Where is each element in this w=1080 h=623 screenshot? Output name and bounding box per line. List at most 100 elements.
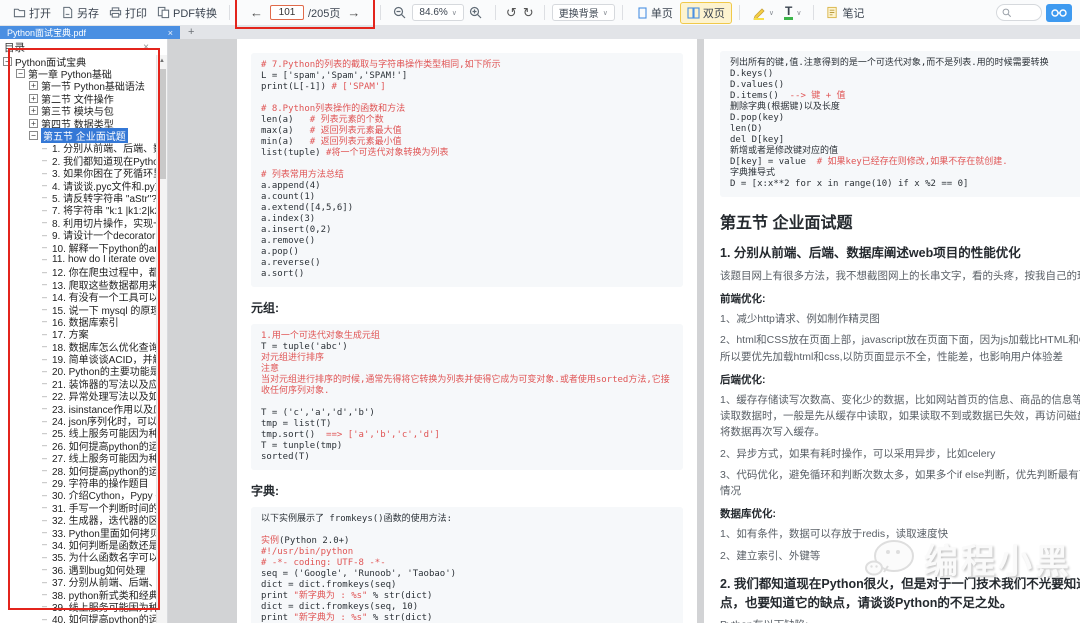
pdf-convert-button[interactable]: PDF转换 [152, 3, 222, 23]
highlighter-icon [753, 7, 765, 20]
tree-connector: – [42, 266, 48, 277]
tree-connector: – [42, 217, 48, 228]
change-background-select[interactable]: 更换背景 ∨ [551, 4, 615, 21]
zoom-out-button[interactable] [388, 4, 412, 22]
scroll-up-icon[interactable]: ▲ [157, 55, 167, 64]
page-number-input[interactable] [270, 5, 304, 20]
tree-connector: – [42, 452, 48, 463]
single-page-button[interactable]: 单页 [630, 2, 680, 24]
tree-connector: – [42, 242, 48, 253]
paragraph: 1、减少http请求、例如制作精灵图 [720, 313, 880, 326]
page-total-label: /205页 [308, 7, 341, 20]
paragraph: Python有以下缺陷: [720, 617, 1080, 623]
save-as-label: 另存 [77, 7, 99, 20]
tab-close-icon[interactable]: × [168, 28, 173, 38]
tree-connector: – [42, 254, 48, 265]
folder-icon [13, 8, 26, 18]
tree-connector: – [42, 328, 48, 339]
toolbar-divider [543, 5, 545, 20]
paragraph: 2、html和CSS放在页面上部，javascript放在页面下面，因为js加载… [720, 334, 1080, 363]
printer-icon [109, 7, 122, 18]
document-area: # 7.Python的列表的截取与字符串操作类型相同,如下所示 L = ['spa… [168, 39, 1080, 623]
section-heading: 字典: [251, 484, 279, 498]
text-color-icon: T [783, 3, 794, 20]
single-page-icon [638, 6, 647, 19]
toc-item[interactable]: –10. 解释一下python的and-or [0, 241, 156, 255]
tree-connector: – [42, 341, 48, 352]
double-page-button[interactable]: 双页 [679, 1, 732, 24]
open-label: 打开 [29, 7, 51, 20]
tree-connector: – [42, 365, 48, 376]
bold-label: 数据库优化: [720, 508, 776, 521]
main-area: 目录 × − Python面试宝典 − 第一章 Python基础 + 第一节 Python… [0, 39, 1080, 623]
tree-connector: – [42, 378, 48, 389]
tree-connector: – [42, 142, 48, 153]
paragraph: 2、建立索引、外键等 [720, 549, 821, 562]
tab-bar: Python面试宝典.pdf × + [0, 26, 1080, 39]
toolbar-right-group [996, 3, 1072, 22]
tree-connector: – [42, 477, 48, 488]
tree-connector: – [42, 180, 48, 191]
new-tab-button[interactable]: + [180, 26, 202, 39]
expand-icon[interactable]: + [29, 93, 38, 103]
reader-button[interactable] [1046, 3, 1072, 22]
collapse-icon[interactable]: − [29, 131, 38, 141]
notes-button[interactable]: 笔记 [821, 3, 869, 23]
tab-title: Python面试宝典.pdf [7, 28, 87, 38]
tree-connector: – [42, 551, 48, 562]
toc-item-label: 10. 解释一下python的and-or [52, 243, 156, 255]
tree-connector: – [42, 539, 48, 550]
change-background-label: 更换背景 [558, 9, 599, 20]
rotate-left-button[interactable]: ↺ [503, 5, 520, 21]
pdf-page-left: # 7.Python的列表的截取与字符串操作类型相同,如下所示 L = ['spa… [237, 39, 697, 623]
section-heading: 元组: [251, 301, 279, 315]
previous-page-button[interactable]: ← [247, 5, 266, 20]
toc-sidebar: 目录 × − Python面试宝典 − 第一章 Python基础 + 第一节 Python… [0, 39, 168, 623]
page-navigation: ← /205页 → [234, 0, 376, 29]
rotate-right-button[interactable]: ↻ [520, 5, 537, 21]
code-block: # 7.Python的列表的截取与字符串操作类型相同,如下所示 L = ['spa… [251, 53, 683, 287]
open-button[interactable]: 打开 [8, 3, 56, 23]
tree-connector: – [42, 390, 48, 401]
zoom-in-button[interactable] [464, 4, 488, 22]
document-tab[interactable]: Python面试宝典.pdf × [0, 26, 180, 39]
toc-item[interactable]: –40. 如何提高python的运行效 [0, 613, 156, 623]
chevron-down-icon: ∨ [451, 9, 457, 17]
toolbar-divider [813, 5, 815, 20]
toolbar-divider [229, 5, 230, 20]
tree-connector: – [42, 514, 48, 525]
bold-label: 前端优化: [720, 293, 766, 306]
tree-connector: – [42, 601, 48, 612]
sidebar-close-icon[interactable]: × [143, 42, 149, 53]
sidebar-scrollbar[interactable]: ▲ [156, 55, 167, 623]
zoom-level-select[interactable]: 84.6% ∨ [412, 4, 464, 21]
tree-connector: – [42, 588, 48, 599]
next-page-button[interactable]: → [344, 5, 363, 20]
tree-connector: – [42, 403, 48, 414]
print-button[interactable]: 打印 [104, 3, 152, 23]
tree-connector: – [42, 155, 48, 166]
search-input[interactable] [996, 4, 1042, 21]
toolbar: 打开 另存 打印 PDF转换 ← /205页 → 84.6% ∨ ↺ ↻ 更换背… [0, 0, 1080, 29]
double-page-icon [687, 6, 700, 19]
tree-connector: – [42, 427, 48, 438]
highlighter-button[interactable]: ∨ [747, 4, 779, 22]
pdf-convert-label: PDF转换 [173, 7, 217, 20]
expand-icon[interactable]: + [29, 118, 38, 128]
scrollbar-thumb[interactable] [158, 69, 166, 179]
chevron-down-icon: ∨ [796, 9, 802, 17]
tree-connector: – [42, 502, 48, 513]
expand-icon[interactable]: + [29, 81, 38, 91]
collapse-icon[interactable]: − [16, 69, 25, 79]
print-label: 打印 [125, 7, 147, 20]
tree-connector: – [42, 576, 48, 587]
tree-connector: – [42, 204, 48, 215]
text-color-button[interactable]: T ∨ [779, 4, 806, 22]
collapse-icon[interactable]: − [3, 56, 12, 66]
zoom-level-value: 84.6% [419, 7, 448, 18]
tree-connector: – [42, 489, 48, 500]
save-as-button[interactable]: 另存 [56, 3, 104, 23]
toolbar-divider [738, 5, 740, 20]
expand-icon[interactable]: + [29, 106, 38, 116]
toc-item-label: 40. 如何提高python的运行效 [52, 615, 156, 623]
